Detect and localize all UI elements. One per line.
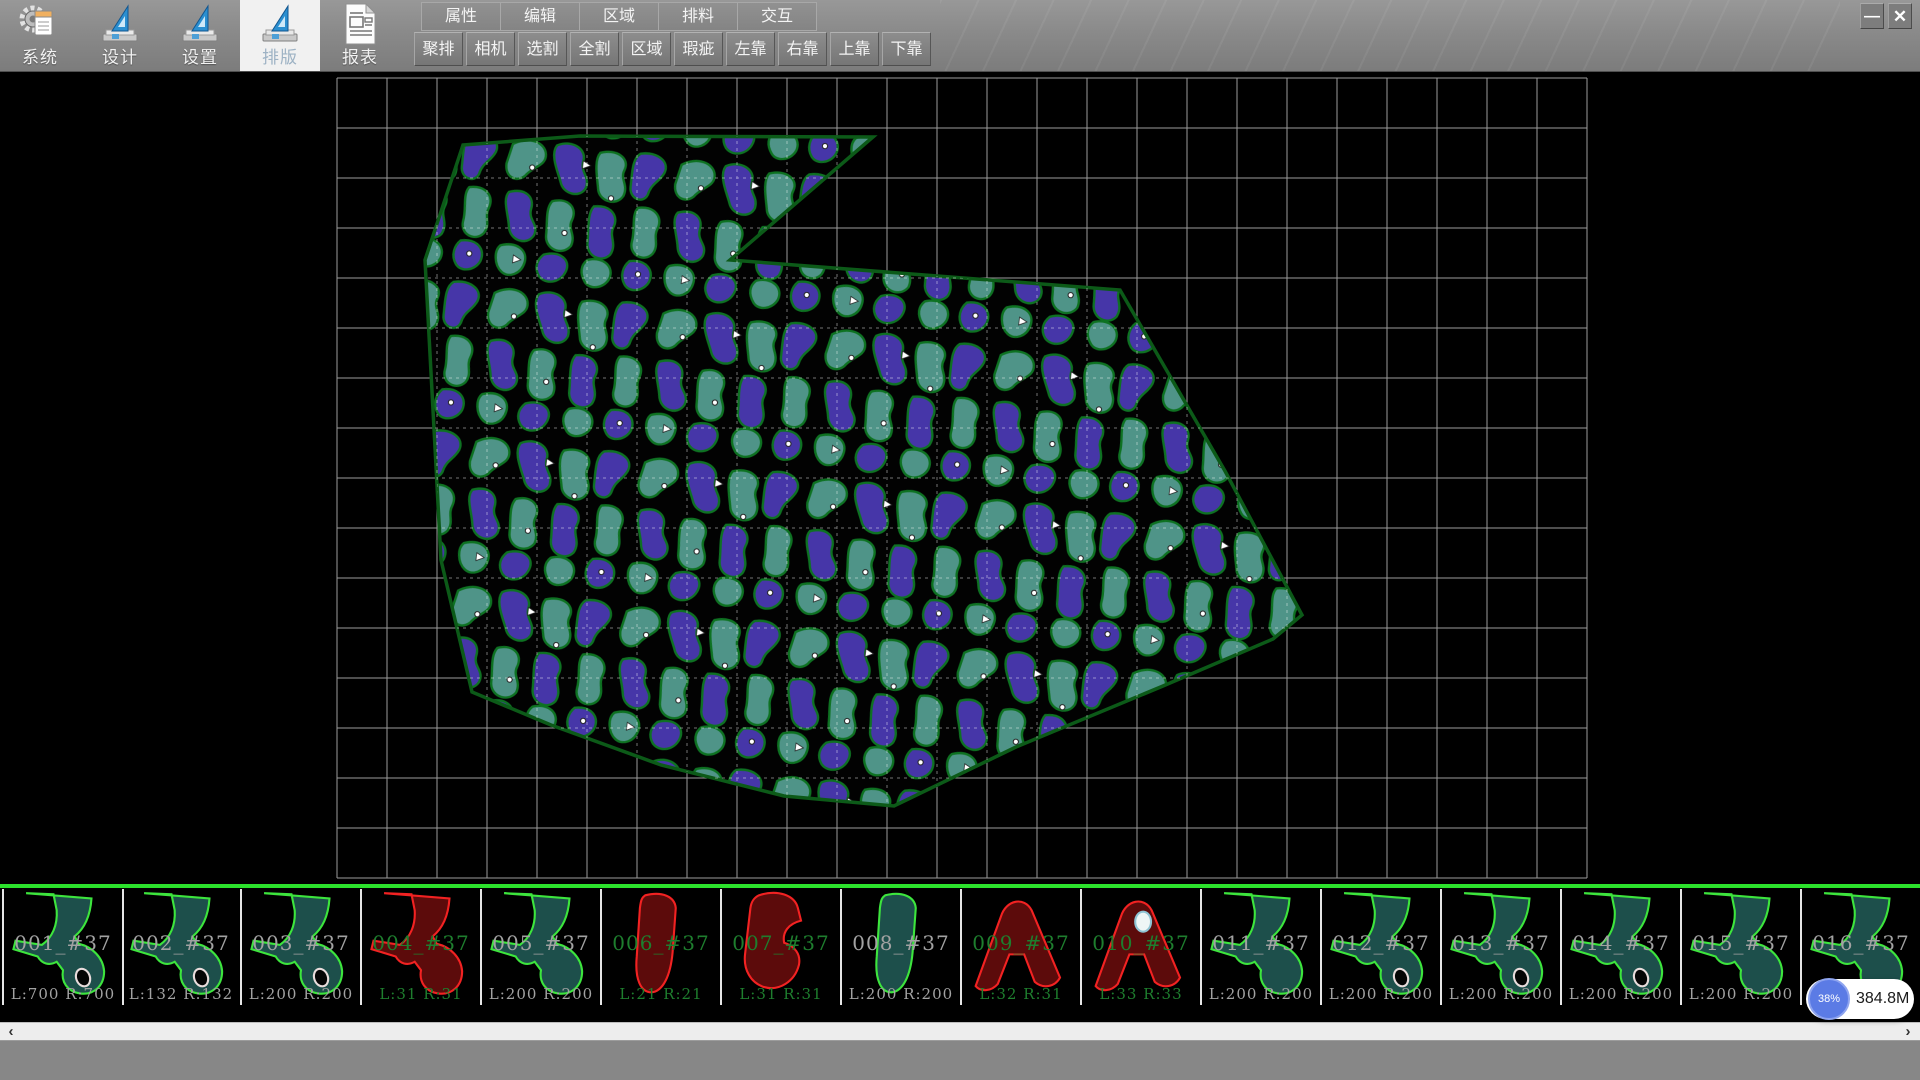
pattern-thumbnail-3[interactable]: 003_#37 L:200 R:200	[242, 889, 362, 1005]
pattern-thumbnail-5[interactable]: 005_#37 L:200 R:200	[482, 889, 602, 1005]
nesting-ruler-icon	[258, 2, 302, 46]
pattern-id-label: 016_#37	[1802, 931, 1920, 955]
menu-bar: 属性编辑区域排料交互	[421, 2, 817, 31]
nav-tab-2[interactable]: 设计	[80, 0, 160, 71]
tool-button-1[interactable]: 聚排	[414, 32, 463, 66]
pattern-thumbnail-12[interactable]: 012_#37 L:200 R:200	[1322, 889, 1442, 1005]
pattern-lr-count: L:200 R:200	[842, 985, 960, 1003]
nav-tab-1[interactable]: 系统	[0, 0, 80, 71]
pattern-lr-count: L:33 R:33	[1082, 985, 1200, 1003]
pattern-thumbnail-1[interactable]: 001_#37 L:700 R:700	[2, 889, 124, 1005]
pattern-thumbnail-8[interactable]: 008_#37 L:200 R:200	[842, 889, 962, 1005]
menu-item-1[interactable]: 属性	[422, 3, 501, 30]
progress-size-label: 384.8M	[1856, 979, 1909, 1019]
pattern-lr-count: L:31 R:31	[722, 985, 840, 1003]
pattern-id-label: 003_#37	[242, 931, 360, 955]
pattern-id-label: 005_#37	[482, 931, 600, 955]
pattern-lr-count: L:31 R:31	[362, 985, 480, 1003]
horizontal-scrollbar[interactable]: ‹ ›	[0, 1022, 1920, 1040]
pattern-thumbnail-14[interactable]: 014_#37 L:200 R:200	[1562, 889, 1682, 1005]
pattern-thumbnail-10[interactable]: 010_#37 L:33 R:33	[1082, 889, 1202, 1005]
pattern-lr-count: L:200 R:200	[242, 985, 360, 1003]
pattern-lr-count: L:200 R:200	[1202, 985, 1320, 1003]
pattern-id-label: 013_#37	[1442, 931, 1560, 955]
pattern-id-label: 011_#37	[1202, 931, 1320, 955]
pattern-thumbnail-7[interactable]: 007_#37 L:31 R:31	[722, 889, 842, 1005]
report-doc-icon	[338, 2, 382, 46]
settings-ruler-icon	[178, 2, 222, 46]
nav-tab-label: 设置	[160, 43, 240, 68]
minimize-button[interactable]: —	[1860, 3, 1884, 29]
pattern-id-label: 004_#37	[362, 931, 480, 955]
nav-tab-label: 报表	[320, 43, 400, 68]
pattern-lr-count: L:32 R:31	[962, 985, 1080, 1003]
pattern-thumbnail-2[interactable]: 002_#37 L:132 R:132	[122, 889, 242, 1005]
toolbar-texture	[940, 0, 1840, 71]
pattern-thumbnail-13[interactable]: 013_#37 L:200 R:200	[1442, 889, 1562, 1005]
pattern-id-label: 002_#37	[122, 931, 240, 955]
pattern-lr-count: L:700 R:700	[4, 985, 122, 1003]
nav-tab-label: 系统	[0, 43, 80, 68]
scroll-left-icon[interactable]: ‹	[2, 1023, 20, 1041]
main-toolbar: 系统设计设置排版报表 属性编辑区域排料交互 聚排相机选割全割区域瑕疵左靠右靠上靠…	[0, 0, 1920, 72]
tool-button-5[interactable]: 区域	[622, 32, 671, 66]
menu-item-5[interactable]: 交互	[738, 3, 817, 30]
strip-highlight-line	[0, 884, 1920, 888]
nav-tab-label: 设计	[80, 43, 160, 68]
pattern-thumbnail-11[interactable]: 011_#37 L:200 R:200	[1202, 889, 1322, 1005]
nav-tab-4[interactable]: 排版	[240, 0, 320, 71]
pattern-thumbnail-15[interactable]: 015_#37 L:200 R:200	[1682, 889, 1802, 1005]
tool-button-3[interactable]: 选割	[518, 32, 567, 66]
pattern-id-label: 010_#37	[1082, 931, 1200, 955]
status-bar	[0, 1040, 1920, 1080]
tool-button-9[interactable]: 上靠	[830, 32, 879, 66]
pattern-lr-count: L:200 R:200	[1442, 985, 1560, 1003]
progress-badge[interactable]: 38% 384.8M	[1806, 979, 1914, 1019]
pattern-lr-count: L:200 R:200	[1562, 985, 1680, 1003]
nav-tab-5[interactable]: 报表	[320, 0, 400, 71]
tool-button-bar: 聚排相机选割全割区域瑕疵左靠右靠上靠下靠	[414, 32, 934, 66]
pattern-id-label: 009_#37	[962, 931, 1080, 955]
pattern-lr-count: L:132 R:132	[122, 985, 240, 1003]
app-window: 系统设计设置排版报表 属性编辑区域排料交互 聚排相机选割全割区域瑕疵左靠右靠上靠…	[0, 0, 1920, 1080]
canvas-svg[interactable]	[0, 71, 1920, 884]
tool-button-7[interactable]: 左靠	[726, 32, 775, 66]
scroll-right-icon[interactable]: ›	[1899, 1023, 1917, 1041]
pattern-thumbnail-4[interactable]: 004_#37 L:31 R:31	[362, 889, 482, 1005]
pattern-id-label: 012_#37	[1322, 931, 1440, 955]
pattern-id-label: 006_#37	[602, 931, 720, 955]
pattern-id-label: 007_#37	[722, 931, 840, 955]
tool-button-4[interactable]: 全割	[570, 32, 619, 66]
pattern-thumbnail-6[interactable]: 006_#37 L:21 R:21	[602, 889, 722, 1005]
pattern-lr-count: L:200 R:200	[1322, 985, 1440, 1003]
pattern-id-label: 008_#37	[842, 931, 960, 955]
progress-percent-circle: 38%	[1808, 978, 1850, 1020]
nav-tab-label: 排版	[240, 43, 320, 68]
menu-item-2[interactable]: 编辑	[501, 3, 580, 30]
tool-button-8[interactable]: 右靠	[778, 32, 827, 66]
menu-item-4[interactable]: 排料	[659, 3, 738, 30]
nav-tab-3[interactable]: 设置	[160, 0, 240, 71]
nesting-canvas[interactable]	[0, 71, 1920, 884]
tool-button-6[interactable]: 瑕疵	[674, 32, 723, 66]
pattern-film-strip: 001_#37L:700 R:700002_#37L:132 R:132003_…	[0, 884, 1920, 1008]
pattern-lr-count: L:200 R:200	[1682, 985, 1800, 1003]
tool-button-10[interactable]: 下靠	[882, 32, 931, 66]
menu-item-3[interactable]: 区域	[580, 3, 659, 30]
pattern-lr-count: L:21 R:21	[602, 985, 720, 1003]
pattern-lr-count: L:200 R:200	[482, 985, 600, 1003]
pattern-thumbnail-9[interactable]: 009_#37 L:32 R:31	[962, 889, 1082, 1005]
system-gear-icon	[18, 2, 62, 46]
pattern-id-label: 014_#37	[1562, 931, 1680, 955]
tool-button-2[interactable]: 相机	[466, 32, 515, 66]
design-ruler-icon	[98, 2, 142, 46]
pattern-id-label: 015_#37	[1682, 931, 1800, 955]
close-button[interactable]: ✕	[1888, 3, 1912, 29]
pattern-id-label: 001_#37	[4, 931, 122, 955]
